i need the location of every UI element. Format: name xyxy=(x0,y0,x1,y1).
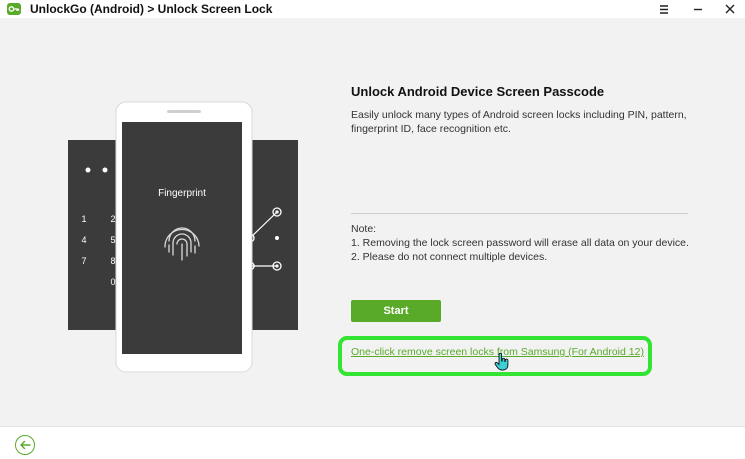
back-button[interactable] xyxy=(15,435,35,455)
note-item: 1. Removing the lock screen password wil… xyxy=(351,237,689,249)
page-description: Easily unlock many types of Android scre… xyxy=(351,109,687,135)
section-divider xyxy=(351,213,688,214)
phone-speaker xyxy=(167,110,201,113)
menu-icon xyxy=(660,4,668,14)
title-bar: UnlockGo (Android) > Unlock Screen Lock xyxy=(0,0,745,18)
page-heading: Unlock Android Device Screen Passcode xyxy=(351,84,605,99)
window-title: UnlockGo (Android) > Unlock Screen Lock xyxy=(30,2,273,16)
hand-cursor-icon xyxy=(494,353,509,371)
pattern-node xyxy=(275,264,279,268)
minimize-icon xyxy=(694,8,702,10)
pin-dot xyxy=(85,167,91,173)
pin-dot xyxy=(102,167,108,173)
phone-lock-illustration: 1 2 4 5 7 8 0 Fingerprint xyxy=(68,101,298,373)
keypad-digit: 5 xyxy=(110,235,115,245)
keypad-digit: 2 xyxy=(110,214,115,224)
note-title: Note: xyxy=(351,223,377,235)
keypad-digit: 8 xyxy=(110,256,115,266)
footer-bar xyxy=(0,426,745,459)
phone-screen-label: Fingerprint xyxy=(158,188,206,199)
minimize-button[interactable] xyxy=(684,0,712,18)
close-icon xyxy=(725,4,735,14)
keypad-digit: 0 xyxy=(110,277,115,287)
pattern-node xyxy=(275,236,279,240)
pattern-node xyxy=(275,210,279,214)
keypad-digit: 4 xyxy=(81,235,86,245)
start-button[interactable]: Start xyxy=(351,300,441,322)
keypad-digit: 1 xyxy=(81,214,86,224)
menu-button[interactable] xyxy=(650,0,678,18)
keypad-digit: 7 xyxy=(81,256,86,266)
note-item: 2. Please do not connect multiple device… xyxy=(351,251,548,263)
main-content: 1 2 4 5 7 8 0 Fingerprint Unlock Android… xyxy=(0,18,745,426)
back-arrow-icon xyxy=(20,440,31,450)
app-logo-icon xyxy=(6,2,22,16)
phone-screen xyxy=(122,122,242,354)
close-button[interactable] xyxy=(716,0,744,18)
